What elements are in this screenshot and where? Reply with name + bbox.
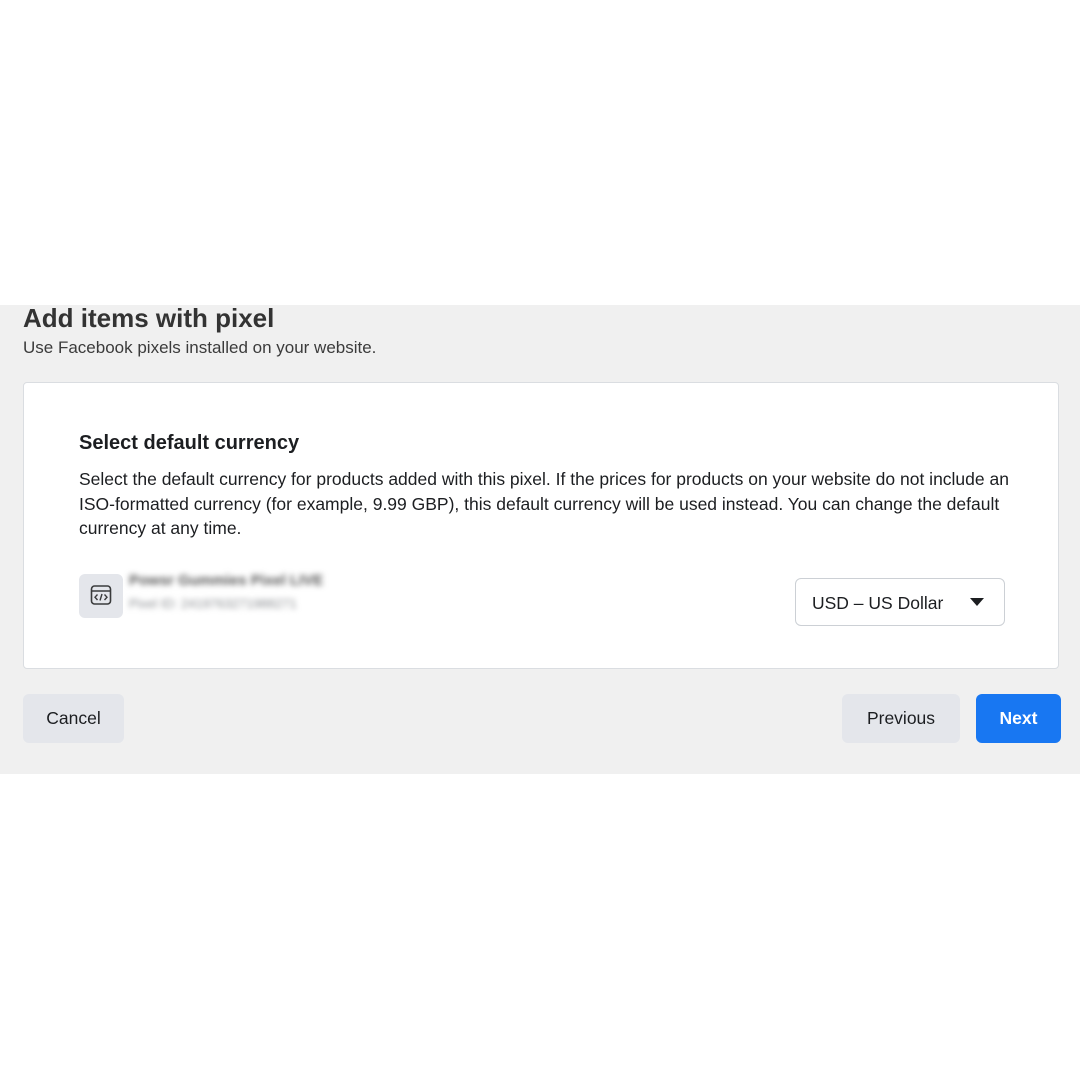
currency-description: Select the default currency for products… [79,469,1009,538]
cancel-button[interactable]: Cancel [23,694,124,743]
previous-button[interactable]: Previous [842,694,960,743]
caret-down-icon [970,598,984,606]
next-button[interactable]: Next [976,694,1061,743]
currency-selected-value: USD – US Dollar [812,593,944,613]
currency-card: Select default currency Select the defau… [23,382,1059,669]
page-title: Add items with pixel [23,303,275,333]
currency-dropdown[interactable]: USD – US Dollar [795,578,1005,626]
add-items-panel: Add items with pixel Use Facebook pixels… [0,305,1080,774]
pixel-name: Powsr Gummies Pixel LIVE [129,572,324,589]
pixel-id: Pixel ID: 2419763271988271 [129,596,297,611]
pixel-icon-container [79,574,123,618]
code-window-icon [90,585,112,605]
currency-heading: Select default currency [79,432,300,454]
page-subtitle: Use Facebook pixels installed on your we… [23,338,377,357]
